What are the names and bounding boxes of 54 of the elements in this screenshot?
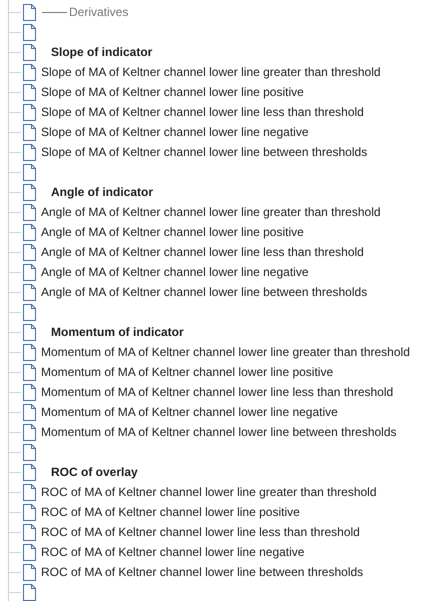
document-icon [23, 324, 36, 340]
tree-item[interactable]: Slope of MA of Keltner channel lower line greater than threshold [41, 65, 381, 79]
group-header: Momentum of indicator [51, 325, 184, 339]
separator-label: Derivatives [69, 5, 128, 19]
tree-item[interactable]: ROC of MA of Keltner channel lower line greater than threshold [41, 485, 377, 499]
document-icon [23, 104, 36, 120]
tree-item[interactable]: Momentum of MA of Keltner channel lower line greater than threshold [41, 345, 410, 359]
tree-item[interactable]: ROC of MA of Keltner channel lower line less than threshold [41, 525, 360, 539]
group-header: Angle of indicator [51, 185, 153, 199]
tree-item[interactable]: ROC of MA of Keltner channel lower line between thresholds [41, 565, 364, 579]
document-icon [23, 444, 36, 460]
tree-item[interactable]: Momentum of MA of Keltner channel lower line positive [41, 365, 334, 379]
document-icon [23, 204, 36, 220]
group-header: ROC of overlay [51, 465, 138, 479]
document-icon [23, 224, 36, 240]
tree-item[interactable]: Slope of MA of Keltner channel lower line positive [41, 85, 304, 99]
document-icon [23, 244, 36, 260]
document-icon [23, 24, 36, 40]
tree-item[interactable]: Angle of MA of Keltner channel lower line less than threshold [41, 245, 364, 259]
document-icon [23, 384, 36, 400]
document-icon [23, 504, 36, 520]
tree-item[interactable]: Momentum of MA of Keltner channel lower line between thresholds [41, 425, 397, 439]
tree-item[interactable]: Slope of MA of Keltner channel lower line between thresholds [41, 145, 368, 159]
document-icon [23, 344, 36, 360]
document-icon [23, 484, 36, 500]
document-icon [23, 84, 36, 100]
document-icon [23, 364, 36, 380]
document-icon [23, 524, 36, 540]
document-icon [23, 64, 36, 80]
tree-item[interactable]: Angle of MA of Keltner channel lower line positive [41, 225, 304, 239]
document-icon [23, 164, 36, 180]
tree-item[interactable]: Slope of MA of Keltner channel lower line less than threshold [41, 105, 364, 119]
document-icon [23, 264, 36, 280]
document-icon [23, 144, 36, 160]
document-icon [23, 404, 36, 420]
document-icon [23, 464, 36, 480]
tree-item[interactable]: Angle of MA of Keltner channel lower line negative [41, 265, 308, 279]
document-icon [23, 304, 36, 320]
tree-item[interactable]: Angle of MA of Keltner channel lower line between thresholds [41, 285, 368, 299]
document-icon [23, 564, 36, 580]
document-icon [23, 544, 36, 560]
tree-item[interactable]: Angle of MA of Keltner channel lower line greater than threshold [41, 205, 381, 219]
tree-item[interactable]: Slope of MA of Keltner channel lower line negative [41, 125, 308, 139]
group-header: Slope of indicator [51, 45, 152, 59]
document-icon [23, 44, 36, 60]
tree-item[interactable]: Momentum of MA of Keltner channel lower line less than threshold [41, 385, 394, 399]
tree-item[interactable]: ROC of MA of Keltner channel lower line negative [41, 545, 304, 559]
document-icon [23, 184, 36, 200]
tree-item[interactable]: Momentum of MA of Keltner channel lower line negative [41, 405, 338, 419]
document-icon [23, 424, 36, 440]
document-icon [23, 284, 36, 300]
document-icon [23, 124, 36, 140]
tree-item[interactable]: ROC of MA of Keltner channel lower line positive [41, 505, 300, 519]
document-icon [23, 4, 36, 20]
